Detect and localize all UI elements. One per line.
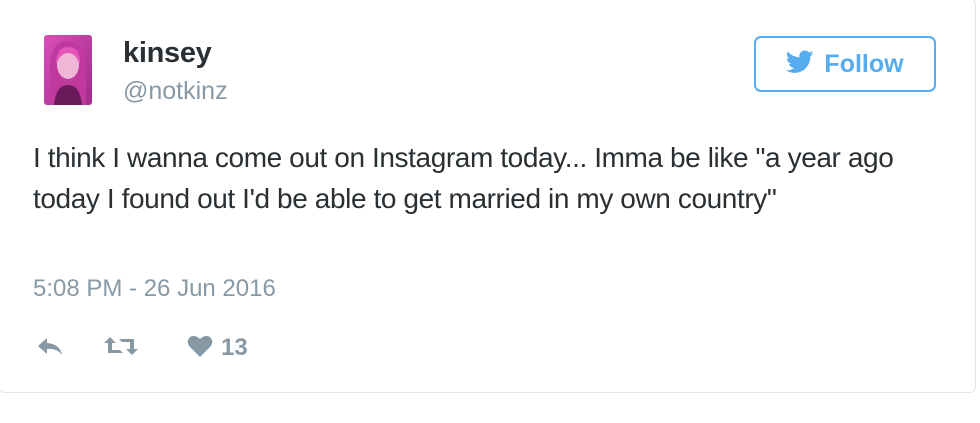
twitter-bird-icon <box>786 49 814 79</box>
like-button[interactable]: 13 <box>187 331 248 365</box>
tweet-card: kinsey @notkinz Follow I think I wanna c… <box>0 0 976 393</box>
retweet-icon <box>103 333 139 364</box>
tweet-text: I think I wanna come out on Instagram to… <box>33 142 894 214</box>
author-handle[interactable]: @notkinz <box>123 77 228 106</box>
like-count: 13 <box>221 334 248 361</box>
heart-icon <box>187 334 213 363</box>
follow-label: Follow <box>824 49 904 78</box>
reply-icon <box>35 334 65 363</box>
retweet-button[interactable] <box>103 331 139 365</box>
reply-button[interactable] <box>35 331 65 365</box>
author-name[interactable]: kinsey <box>123 37 212 70</box>
follow-button[interactable]: Follow <box>754 36 936 92</box>
avatar[interactable] <box>44 35 92 105</box>
tweet-timestamp[interactable]: 5:08 PM - 26 Jun 2016 <box>33 275 276 303</box>
